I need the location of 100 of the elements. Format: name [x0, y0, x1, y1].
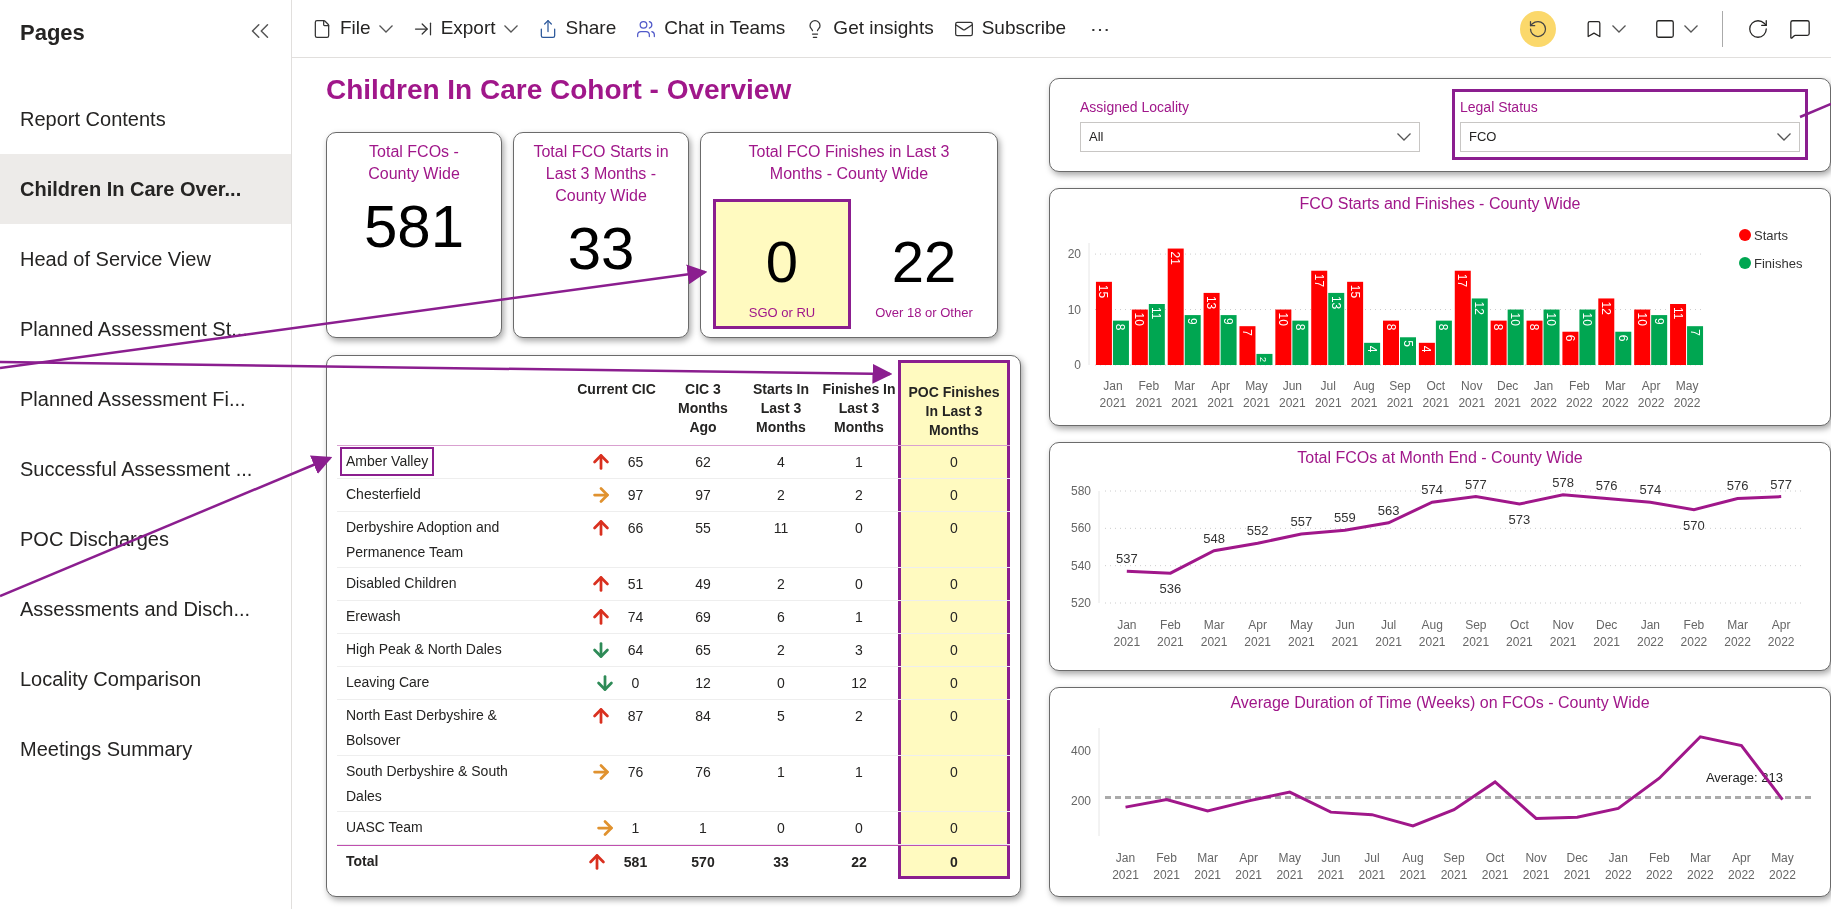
axis-tick-label: 560 — [1070, 520, 1091, 535]
data-label: 13 — [1204, 296, 1219, 310]
axis-label: Dec 2021 — [1563, 851, 1591, 883]
data-label: 8 — [1527, 323, 1542, 331]
table-cell-text: 0 — [950, 641, 958, 660]
table-cell-text: 97 — [627, 486, 644, 505]
data-label: 9 — [1651, 318, 1666, 325]
toolbar-button[interactable]: Subscribe — [945, 8, 1075, 49]
axis-label: Apr 2022 — [1637, 379, 1665, 411]
data-label: 11 — [1149, 307, 1164, 320]
data-label: 4 — [1364, 345, 1379, 353]
data-label: 570 — [1683, 517, 1705, 533]
data-label: 536 — [1159, 580, 1182, 596]
legend-label: Finishes — [1754, 256, 1803, 272]
axis-label: Oct 2021 — [1422, 379, 1450, 411]
data-label: 574 — [1639, 481, 1662, 497]
table-cell-text: 64 — [627, 641, 644, 660]
row-label: UASC Team — [345, 818, 424, 837]
row-label: Leaving Care — [345, 673, 431, 692]
filter-label: Legal Status — [1460, 98, 1539, 117]
people-icon — [636, 18, 657, 39]
axis-label: Apr 2022 — [1767, 617, 1795, 649]
data-label: 10 — [1508, 312, 1523, 326]
table-cell-text: 0 — [855, 575, 863, 594]
table-cell-text: 0 — [950, 519, 958, 538]
axis-label: Jun 2021 — [1331, 617, 1359, 649]
table-cell-text: 0 — [855, 819, 863, 838]
chevron-down-icon — [1612, 24, 1626, 33]
row-label: Derbyshire Adoption and Permanence Team — [345, 518, 501, 562]
data-label: 563 — [1377, 502, 1400, 518]
axis-label: Mar 2022 — [1601, 379, 1629, 411]
more-button[interactable]: ⋯ — [1078, 13, 1123, 44]
axis-label: Oct 2021 — [1481, 851, 1509, 883]
row-label: South Derbyshire & South Dales — [345, 762, 509, 806]
data-label: 2 — [1257, 357, 1268, 363]
data-label: 576 — [1595, 478, 1618, 494]
chevron-down-icon — [378, 24, 393, 33]
axis-label: Apr 2021 — [1207, 379, 1234, 411]
axis-label: Dec 2021 — [1494, 379, 1521, 411]
table-cell-text: 0 — [777, 819, 785, 838]
chart-title: Total FCOs at Month End - County Wide — [1297, 447, 1583, 468]
data-label: 10 — [1275, 312, 1290, 326]
data-label: 17 — [1311, 273, 1326, 288]
kpi-value: 0 — [765, 232, 799, 291]
table-cell-text: 51 — [627, 575, 644, 594]
toolbar-button[interactable]: Share — [529, 8, 625, 49]
axis-tick-label: 520 — [1070, 595, 1091, 610]
data-label: 13 — [1328, 296, 1343, 310]
data-label: 15 — [1347, 284, 1362, 299]
data-label: 573 — [1508, 511, 1531, 527]
pages-heading: Pages — [20, 19, 85, 47]
toolbar-button[interactable]: Get insights — [797, 8, 942, 49]
toolbar-button[interactable]: Chat in Teams — [628, 8, 794, 49]
column-header: Current CIC — [577, 380, 656, 399]
axis-label: Oct 2021 — [1506, 617, 1533, 649]
axis-label: Feb 2022 — [1680, 617, 1708, 649]
data-label: 8 — [1436, 323, 1451, 331]
axis-label: May 2022 — [1769, 851, 1796, 883]
kpi-label: Over 18 or Other — [875, 303, 973, 322]
table-cell-text: 33 — [773, 853, 789, 872]
column-header: Starts In Last 3 Months — [752, 380, 810, 437]
data-label: 10 — [1579, 312, 1594, 326]
axis-label: May 2022 — [1673, 379, 1701, 411]
axis-label: Aug 2021 — [1399, 851, 1427, 883]
table-cell-text: 11 — [773, 519, 789, 538]
axis-tick-label: 0 — [1074, 358, 1081, 373]
data-label: 8 — [1491, 323, 1506, 331]
chevron-down-icon — [1397, 133, 1411, 141]
toolbar-button[interactable]: Export — [404, 8, 526, 49]
data-label: 11 — [1670, 307, 1685, 320]
data-label: 21 — [1168, 251, 1183, 265]
column-header: CIC 3 Months Ago — [677, 380, 729, 437]
axis-label: Feb 2021 — [1157, 617, 1184, 649]
table-cell-text: 55 — [695, 519, 711, 538]
data-label: 8 — [1292, 323, 1307, 331]
data-label: 10 — [1634, 312, 1649, 326]
data-label: 8 — [1383, 323, 1398, 331]
table-cell-text: 1 — [699, 819, 707, 838]
report-title: Children In Care Cohort - Overview — [326, 73, 793, 107]
dropdown-field[interactable]: FCO — [1460, 122, 1800, 152]
dropdown-field[interactable]: All — [1080, 122, 1420, 152]
document-icon — [312, 18, 332, 39]
kpi-value: 581 — [363, 197, 465, 257]
axis-label: Aug 2021 — [1350, 379, 1378, 411]
data-label: 6 — [1615, 334, 1630, 342]
table-cell-text: 84 — [695, 707, 711, 726]
toolbar-button[interactable]: File — [304, 8, 401, 49]
column-header: Finishes In Last 3 Months — [821, 380, 897, 437]
reset-button[interactable] — [1520, 10, 1556, 47]
table-cell-text: 1 — [855, 763, 863, 782]
data-label: 9 — [1221, 318, 1236, 325]
comment-icon — [1789, 17, 1811, 40]
axis-tick-label: 540 — [1070, 558, 1091, 573]
total-label: Total — [345, 852, 380, 871]
table-cell-text: 65 — [695, 641, 711, 660]
page-tab[interactable]: Children In Care Over... — [0, 154, 291, 224]
axis-label: Dec 2021 — [1593, 617, 1621, 649]
table-cell-text: 0 — [950, 674, 958, 693]
axis-label: May 2021 — [1276, 851, 1304, 883]
data-label: 17 — [1455, 273, 1470, 288]
